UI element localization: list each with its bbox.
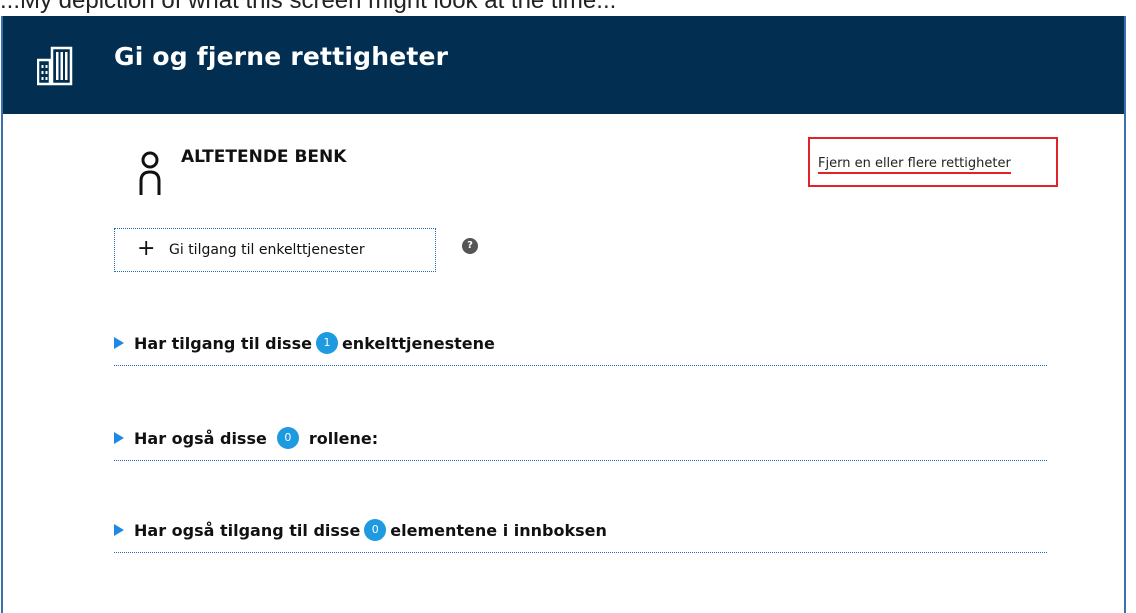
dotted-divider [114, 460, 1047, 461]
section-roles-heading: Har også disse 0 rollene: [114, 427, 378, 449]
section-inbox-prefix: Har også tilgang til disse [134, 520, 361, 540]
screen: ...My depiction of what this screen migh… [0, 0, 1136, 613]
caret-right-icon [114, 337, 124, 349]
caret-right-icon [114, 432, 124, 444]
section-roles[interactable]: Har også disse 0 rollene: [114, 421, 1047, 461]
person-icon [139, 151, 161, 195]
app-frame: Gi og fjerne rettigheter ALTETENDE BENK … [1, 16, 1126, 613]
section-services-prefix: Har tilgang til disse [134, 333, 312, 353]
count-badge: 1 [315, 332, 338, 354]
count-badge: 0 [276, 427, 299, 449]
section-roles-prefix: Har også disse [134, 428, 267, 448]
cropped-caption-text: ...My depiction of what this screen migh… [0, 0, 617, 14]
section-roles-suffix: rollene: [308, 428, 379, 448]
page-title: Gi og fjerne rettigheter [114, 42, 449, 71]
person-name: ALTETENDE BENK [181, 147, 347, 167]
caret-right-icon [114, 524, 124, 536]
help-icon[interactable]: ? [462, 238, 478, 254]
section-services[interactable]: Har tilgang til disse 1 enkelttjenestene [114, 326, 1047, 366]
count-badge: 0 [364, 519, 387, 541]
page-header: Gi og fjerne rettigheter [3, 16, 1124, 114]
grant-access-label: Gi tilgang til enkelttjenester [169, 242, 365, 258]
section-inbox[interactable]: Har også tilgang til disse 0 elementene … [114, 513, 1047, 553]
grant-access-button[interactable]: + Gi tilgang til enkelttjenester [114, 228, 436, 272]
cropped-caption-strip: ...My depiction of what this screen migh… [0, 0, 1136, 16]
dotted-divider [114, 552, 1047, 553]
section-services-heading: Har tilgang til disse 1 enkelttjenestene [114, 332, 495, 354]
section-inbox-heading: Har også tilgang til disse 0 elementene … [114, 519, 607, 541]
building-logo-icon [37, 46, 73, 86]
remove-rights-link[interactable]: Fjern en eller flere rettigheter [818, 156, 1011, 174]
section-services-suffix: enkelttjenestene [341, 333, 495, 353]
section-inbox-suffix: elementene i innboksen [390, 520, 607, 540]
dotted-divider [114, 365, 1047, 366]
plus-icon: + [137, 236, 156, 261]
